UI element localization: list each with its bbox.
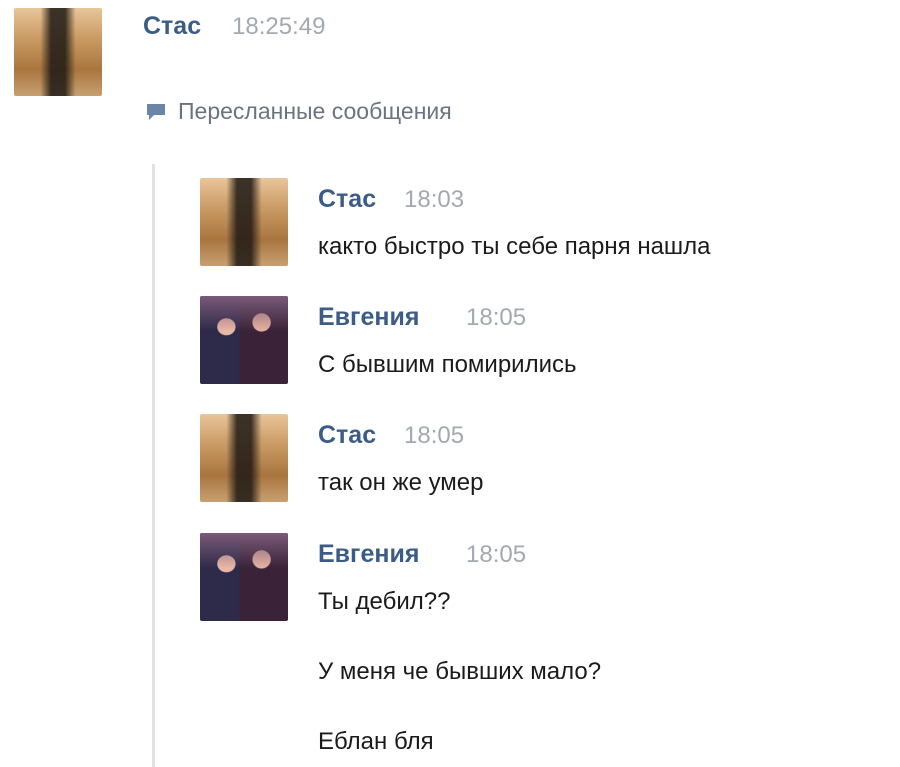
message-avatar[interactable] <box>200 178 288 266</box>
forwarded-quote-bar <box>152 164 155 767</box>
message-timestamp: 18:05 <box>404 422 465 449</box>
message-text: так он же умер <box>318 469 484 496</box>
message-timestamp: 18:05 <box>466 541 527 568</box>
message-avatar[interactable] <box>200 533 288 621</box>
message-author-name[interactable]: Стас <box>318 185 376 214</box>
message-avatar[interactable] <box>200 296 288 384</box>
message-text: С бывшим помирились <box>318 351 577 378</box>
message-text: Еблан бля <box>318 728 434 755</box>
message-author-name[interactable]: Евгения <box>318 303 419 332</box>
message-author-name[interactable]: Евгения <box>318 540 419 569</box>
header-timestamp: 18:25:49 <box>232 13 326 40</box>
message-text: У меня че бывших мало? <box>318 658 602 685</box>
message-timestamp: 18:05 <box>466 304 527 331</box>
message-text: както быстро ты себе парня нашла <box>318 233 711 260</box>
speech-bubble-icon <box>147 104 165 120</box>
message-avatar[interactable] <box>200 414 288 502</box>
header-author-name[interactable]: Стас <box>143 12 201 41</box>
header-avatar[interactable] <box>14 8 102 96</box>
forwarded-messages-label: Пересланные сообщения <box>178 98 452 124</box>
message-author-name[interactable]: Стас <box>318 421 376 450</box>
message-timestamp: 18:03 <box>404 186 465 213</box>
message-text: Ты дебил?? <box>318 588 451 615</box>
